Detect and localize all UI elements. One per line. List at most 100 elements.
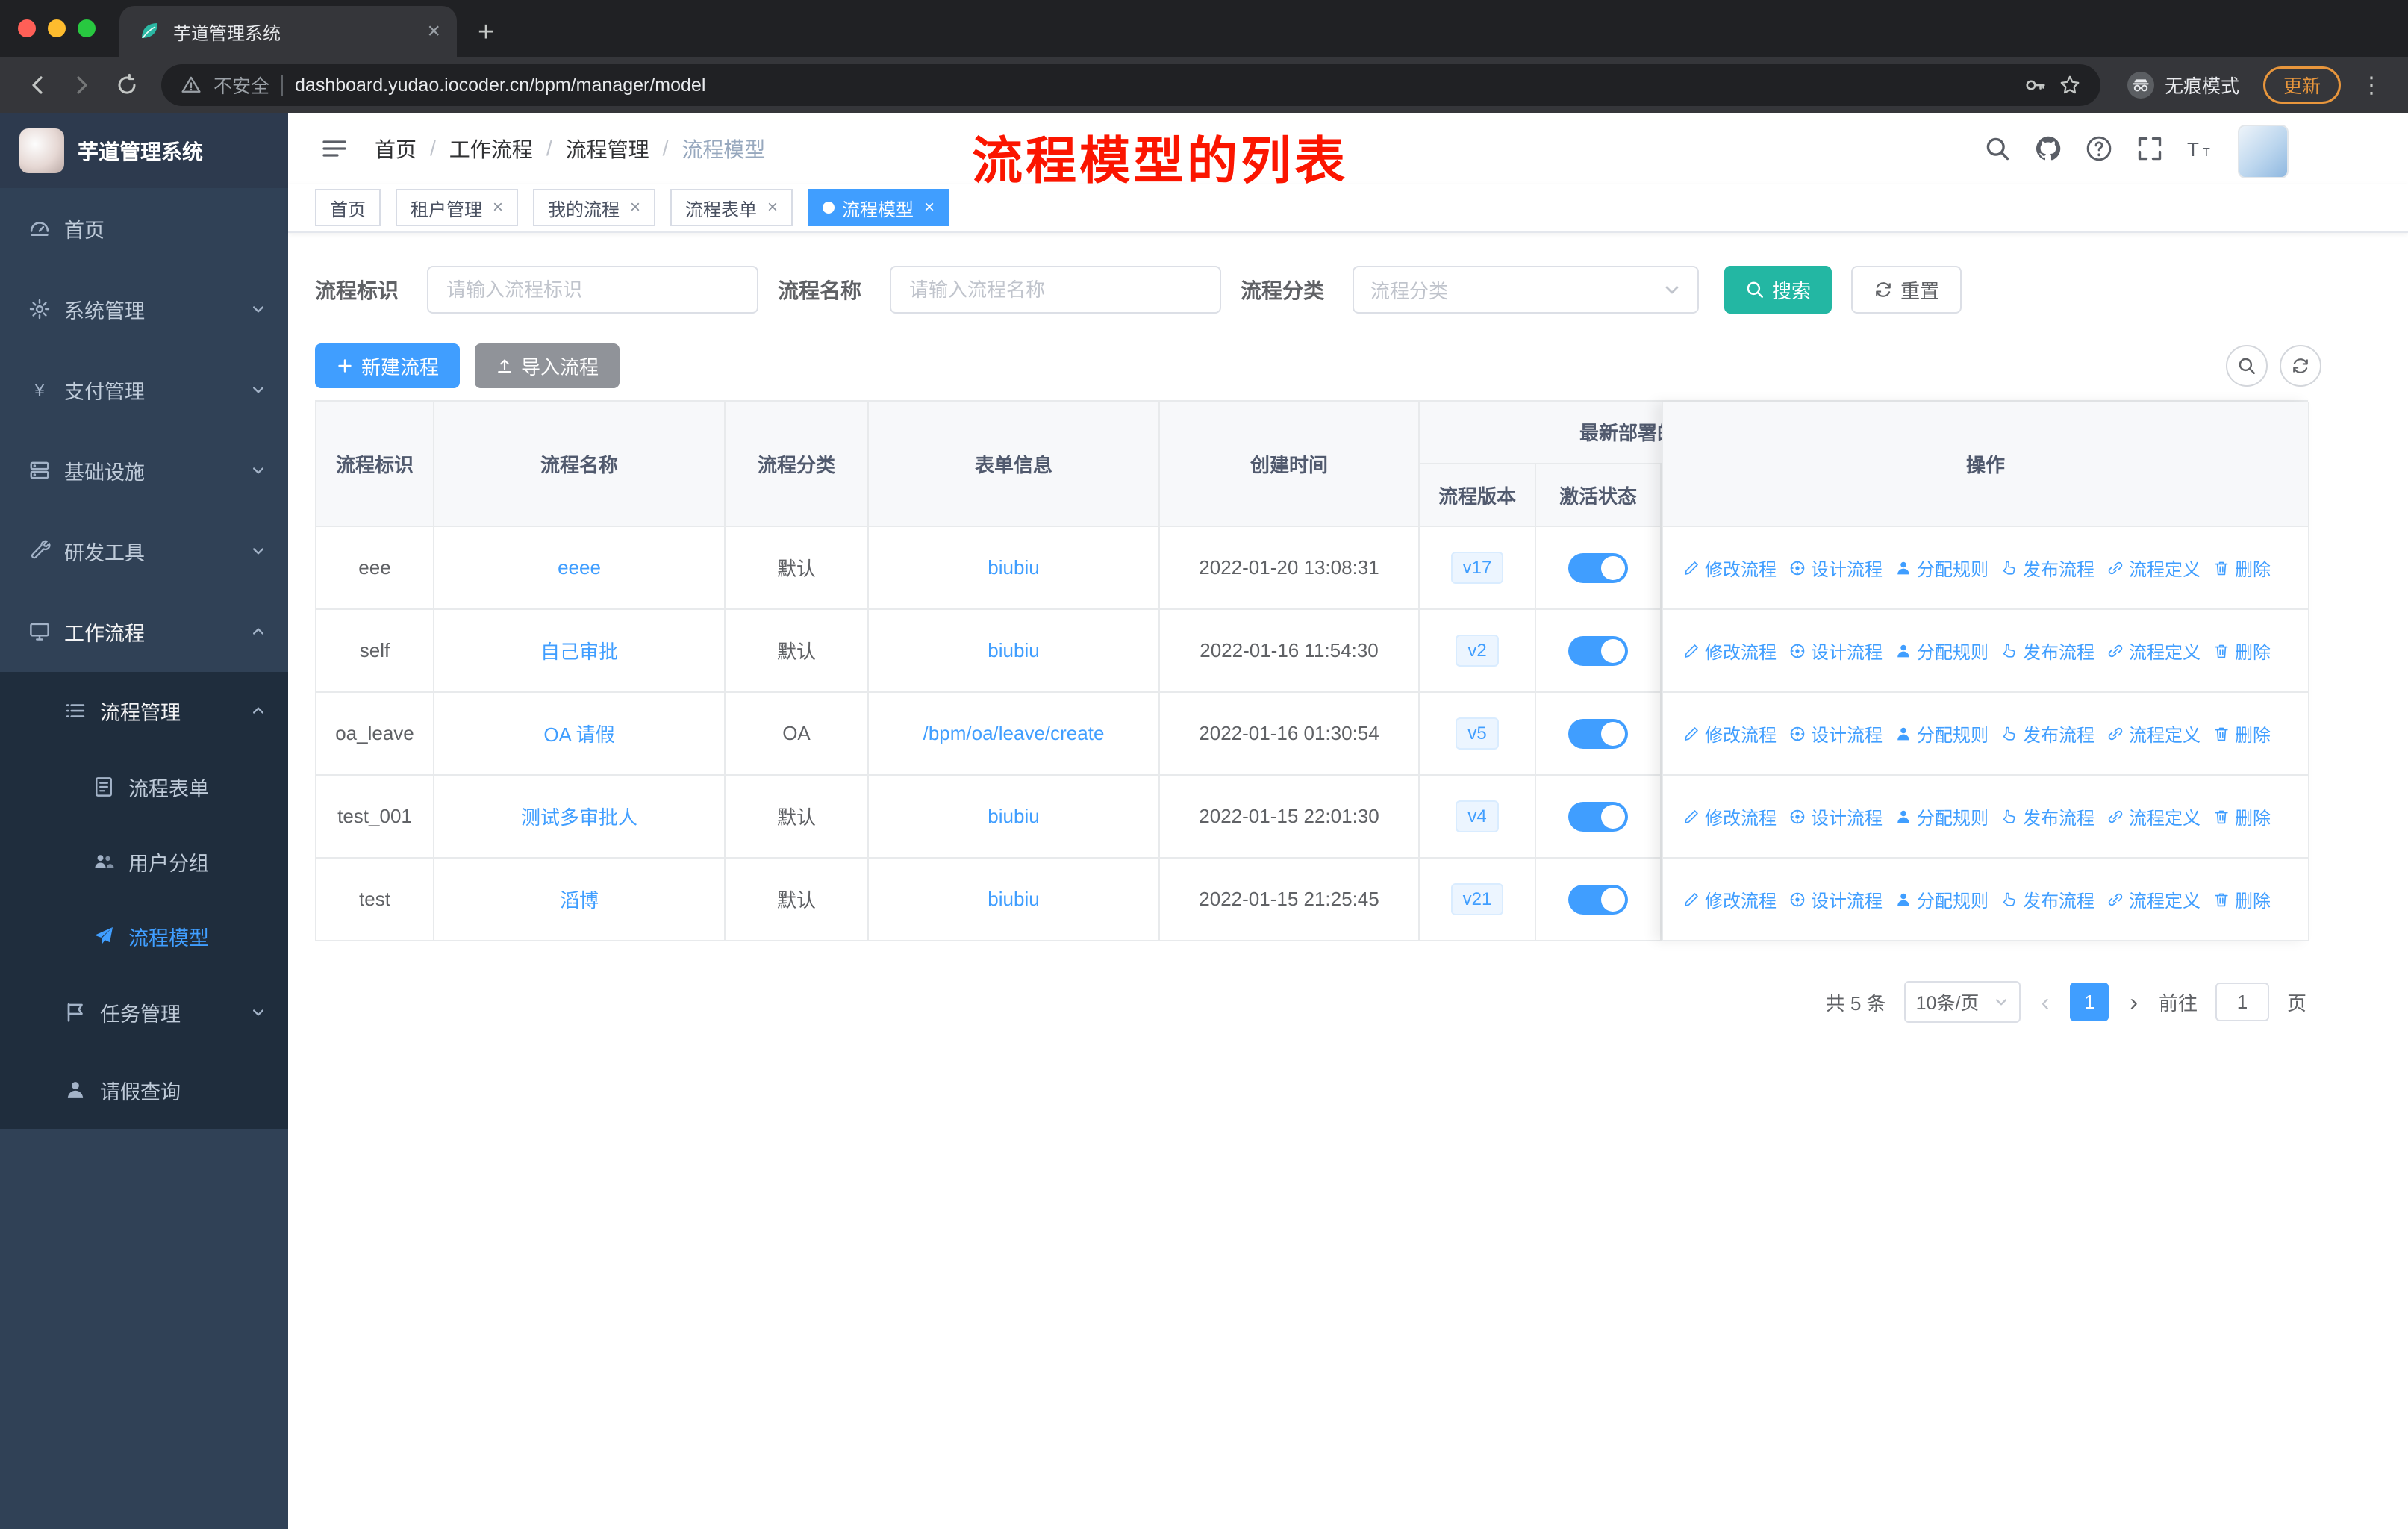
fullscreen-icon[interactable] [2136, 135, 2163, 162]
action-assign-rules[interactable]: 分配规则 [1894, 555, 1989, 581]
toggle-search-button[interactable] [2226, 345, 2268, 387]
model-name-link[interactable]: 测试多审批人 [521, 803, 637, 830]
sidebar-item-leave-query[interactable]: 请假查询 [0, 1051, 288, 1129]
refresh-table-button[interactable] [2280, 345, 2321, 387]
address-bar[interactable]: 不安全 dashboard.yudao.iocoder.cn/bpm/manag… [161, 64, 2100, 106]
form-link[interactable]: biubiu [988, 805, 1039, 828]
model-name-link[interactable]: 自己审批 [540, 637, 618, 664]
browser-tab[interactable]: 芋道管理系统 × [119, 6, 457, 57]
search-icon[interactable] [1984, 135, 2011, 162]
update-button[interactable]: 更新 [2262, 66, 2341, 104]
action-publish-process[interactable]: 发布流程 [2000, 720, 2094, 747]
form-link[interactable]: /bpm/oa/leave/create [923, 722, 1105, 745]
search-button[interactable]: 搜索 [1724, 266, 1832, 314]
action-modify-process[interactable]: 修改流程 [1682, 555, 1777, 581]
version-tag[interactable]: v2 [1456, 634, 1499, 667]
tag-3[interactable]: 流程表单 × [670, 189, 793, 226]
tab-close-icon[interactable]: × [422, 19, 445, 44]
action-design-process[interactable]: 设计流程 [1788, 886, 1883, 912]
tag-1[interactable]: 租户管理 × [396, 189, 519, 226]
tag-close-icon[interactable]: × [493, 197, 503, 218]
action-process-definition[interactable]: 流程定义 [2106, 886, 2200, 912]
page-1-button[interactable]: 1 [2070, 983, 2109, 1021]
process-name-input[interactable] [890, 266, 1222, 314]
sidebar-item-payment[interactable]: ¥ 支付管理 [0, 349, 288, 430]
app-logo[interactable]: 芋道管理系统 [0, 113, 288, 188]
sidebar-item-devtools[interactable]: 研发工具 [0, 511, 288, 591]
sidebar-item-infra[interactable]: 基础设施 [0, 430, 288, 511]
action-delete[interactable]: 删除 [2212, 720, 2271, 747]
action-assign-rules[interactable]: 分配规则 [1894, 720, 1989, 747]
back-icon[interactable] [18, 66, 57, 105]
version-tag[interactable]: v17 [1450, 551, 1504, 585]
goto-page-input[interactable] [2215, 983, 2269, 1021]
github-icon[interactable] [2035, 135, 2062, 162]
action-design-process[interactable]: 设计流程 [1788, 803, 1883, 829]
close-window-button[interactable] [18, 19, 36, 37]
action-assign-rules[interactable]: 分配规则 [1894, 886, 1989, 912]
action-process-definition[interactable]: 流程定义 [2106, 555, 2200, 581]
tag-close-icon[interactable]: × [767, 197, 778, 218]
action-process-definition[interactable]: 流程定义 [2106, 803, 2200, 829]
sidebar-item-task-mgmt[interactable]: 任务管理 [0, 974, 288, 1051]
sidebar-item-user-group[interactable]: 用户分组 [0, 824, 288, 899]
version-tag[interactable]: v21 [1450, 882, 1504, 916]
tag-4[interactable]: 流程模型 × [808, 189, 950, 226]
form-link[interactable]: biubiu [988, 888, 1039, 911]
category-select[interactable]: 流程分类 [1353, 266, 1700, 314]
model-name-link[interactable]: 滔博 [560, 885, 599, 913]
action-delete[interactable]: 删除 [2212, 638, 2271, 664]
not-secure-warning-icon[interactable] [181, 75, 202, 96]
action-delete[interactable]: 删除 [2212, 803, 2271, 829]
action-publish-process[interactable]: 发布流程 [2000, 555, 2094, 581]
action-publish-process[interactable]: 发布流程 [2000, 638, 2094, 664]
model-name-link[interactable]: eeee [558, 556, 601, 579]
font-size-icon[interactable]: TT [2187, 135, 2214, 162]
action-delete[interactable]: 删除 [2212, 886, 2271, 912]
user-avatar[interactable] [2238, 125, 2289, 178]
action-assign-rules[interactable]: 分配规则 [1894, 803, 1989, 829]
help-icon[interactable] [2086, 135, 2112, 162]
sidebar-item-home[interactable]: 首页 [0, 188, 288, 269]
sidebar-item-system[interactable]: 系统管理 [0, 269, 288, 349]
model-name-link[interactable]: OA 请假 [543, 720, 614, 747]
breadcrumb-item[interactable]: 首页 [375, 134, 417, 164]
import-process-button[interactable]: 导入流程 [475, 343, 620, 388]
version-tag[interactable]: v5 [1456, 717, 1499, 750]
maximize-window-button[interactable] [78, 19, 96, 37]
minimize-window-button[interactable] [48, 19, 66, 37]
kebab-menu-icon[interactable]: ⋮ [2353, 72, 2390, 99]
tag-close-icon[interactable]: × [924, 197, 935, 218]
breadcrumb-item[interactable]: 流程管理 [566, 134, 649, 164]
action-publish-process[interactable]: 发布流程 [2000, 886, 2094, 912]
forward-icon[interactable] [63, 66, 102, 105]
create-process-button[interactable]: 新建流程 [315, 343, 461, 388]
new-tab-button[interactable]: + [478, 18, 494, 46]
sidebar-item-process-mgmt[interactable]: 流程管理 [0, 672, 288, 750]
sidebar-item-process-model[interactable]: 流程模型 [0, 899, 288, 974]
tag-2[interactable]: 我的流程 × [533, 189, 656, 226]
action-process-definition[interactable]: 流程定义 [2106, 638, 2200, 664]
action-design-process[interactable]: 设计流程 [1788, 720, 1883, 747]
page-size-select[interactable]: 10条/页 [1903, 981, 2021, 1023]
form-link[interactable]: biubiu [988, 556, 1039, 579]
sidebar-toggle-icon[interactable] [321, 135, 348, 162]
version-tag[interactable]: v4 [1456, 800, 1499, 833]
action-design-process[interactable]: 设计流程 [1788, 638, 1883, 664]
active-toggle[interactable] [1568, 635, 1628, 666]
sidebar-item-workflow[interactable]: 工作流程 [0, 591, 288, 672]
reset-button[interactable]: 重置 [1851, 266, 1962, 314]
password-key-icon[interactable] [2024, 74, 2047, 96]
action-process-definition[interactable]: 流程定义 [2106, 720, 2200, 747]
action-modify-process[interactable]: 修改流程 [1682, 720, 1777, 747]
sidebar-item-process-form[interactable]: 流程表单 [0, 750, 288, 824]
breadcrumb-item[interactable]: 工作流程 [449, 134, 533, 164]
tag-0[interactable]: 首页 [315, 189, 381, 226]
active-toggle[interactable] [1568, 884, 1628, 915]
action-design-process[interactable]: 设计流程 [1788, 555, 1883, 581]
active-toggle[interactable] [1568, 718, 1628, 749]
action-publish-process[interactable]: 发布流程 [2000, 803, 2094, 829]
form-link[interactable]: biubiu [988, 639, 1039, 662]
prev-page-button[interactable]: ‹ [2039, 988, 2053, 1016]
reload-icon[interactable] [107, 66, 146, 105]
